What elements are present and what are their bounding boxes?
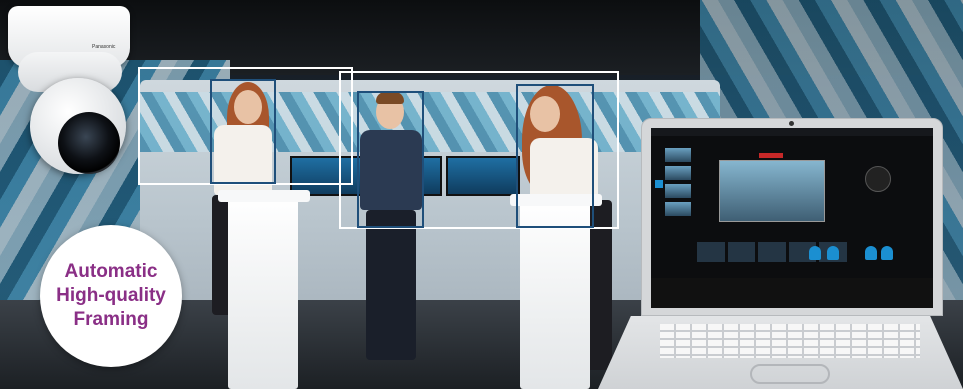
camera-lens-icon <box>58 112 120 174</box>
live-preview <box>719 160 825 222</box>
record-button[interactable] <box>759 153 783 158</box>
podium-left <box>228 196 298 389</box>
preset-tile[interactable] <box>727 242 756 262</box>
person-icon <box>827 246 839 260</box>
camera-thumbnail[interactable] <box>665 184 691 198</box>
app-camera-list <box>665 148 695 248</box>
laptop-screen-app <box>651 128 933 308</box>
laptop-webcam-icon <box>789 121 794 126</box>
app-selected-indicator <box>655 180 663 188</box>
camera-thumbnail[interactable] <box>665 202 691 216</box>
framing-box-person-center <box>357 91 424 228</box>
badge-line: Framing <box>73 309 149 330</box>
ptz-joystick-icon[interactable] <box>865 166 891 192</box>
framing-box-person-left <box>210 79 276 184</box>
framing-box-person-right <box>516 84 594 228</box>
app-footer <box>651 278 933 308</box>
camera-thumbnail[interactable] <box>665 166 691 180</box>
podium-left-top <box>218 190 310 202</box>
feature-badge: Automatic High-quality Framing <box>40 225 182 367</box>
person-icon <box>865 246 877 260</box>
feature-badge-text: Automatic High-quality Framing <box>56 260 166 332</box>
ptz-control-panel <box>857 158 927 228</box>
camera-thumbnail[interactable] <box>665 148 691 162</box>
preset-tile[interactable] <box>758 242 786 262</box>
laptop-keyboard-rows <box>660 324 920 358</box>
person-icon <box>881 246 893 260</box>
preset-row <box>697 242 847 262</box>
legs <box>366 210 416 360</box>
ptz-camera: Panasonic <box>0 0 140 185</box>
badge-line: High-quality <box>56 285 166 306</box>
badge-line: Automatic <box>64 261 158 282</box>
preset-tile[interactable] <box>697 242 725 262</box>
person-icon <box>809 246 821 260</box>
laptop-trackpad <box>750 364 830 384</box>
app-toolbar <box>651 128 933 136</box>
camera-brand-logo: Panasonic <box>92 44 116 50</box>
